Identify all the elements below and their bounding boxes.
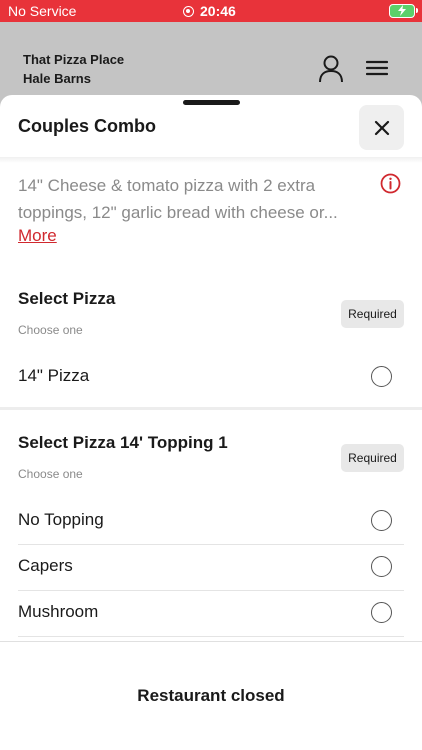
menu-icon[interactable] xyxy=(366,60,388,76)
close-button[interactable] xyxy=(359,105,404,150)
restaurant-name: That Pizza Place Hale Barns xyxy=(23,50,124,88)
required-badge: Required xyxy=(341,300,404,328)
option-label: Mushroom xyxy=(18,602,99,621)
item-title: Couples Combo xyxy=(18,116,156,136)
status-time: 20:46 xyxy=(200,3,236,19)
close-icon xyxy=(374,120,389,135)
section-subtitle-topping: Choose one xyxy=(18,467,83,481)
restaurant-name-line2: Hale Barns xyxy=(23,71,91,86)
footer-bar: Restaurant closed xyxy=(0,641,422,750)
option-label: No Topping xyxy=(18,510,104,529)
option-mushroom[interactable]: Mushroom xyxy=(0,591,422,635)
option-capers[interactable]: Capers xyxy=(0,545,422,589)
section-divider xyxy=(0,407,422,410)
status-bar: No Service 20:46 xyxy=(0,0,422,22)
sheet-grabber[interactable] xyxy=(183,100,240,105)
row-divider xyxy=(18,636,404,637)
item-description: 14" Cheese & tomato pizza with 2 extra t… xyxy=(18,176,338,222)
radio-button[interactable] xyxy=(371,556,392,577)
more-link[interactable]: More xyxy=(18,226,57,246)
section-subtitle-pizza: Choose one xyxy=(18,323,83,337)
option-no-topping[interactable]: No Topping xyxy=(0,499,422,543)
battery-charging-icon xyxy=(389,4,418,18)
recording-icon xyxy=(183,5,194,17)
required-badge: Required xyxy=(341,444,404,472)
carrier-label: No Service xyxy=(8,3,77,19)
section-title-pizza: Select Pizza xyxy=(18,289,116,308)
user-icon[interactable] xyxy=(318,55,344,83)
option-label: 14" Pizza xyxy=(18,366,90,385)
radio-button[interactable] xyxy=(371,366,392,387)
option-14-pizza[interactable]: 14" Pizza xyxy=(0,355,422,399)
option-label: Capers xyxy=(18,556,73,575)
radio-button[interactable] xyxy=(371,510,392,531)
status-center: 20:46 xyxy=(183,3,236,19)
restaurant-name-line1: That Pizza Place xyxy=(23,52,125,67)
title-divider xyxy=(0,157,422,163)
radio-button[interactable] xyxy=(371,602,392,623)
section-title-topping: Select Pizza 14' Topping 1 xyxy=(18,433,228,452)
restaurant-closed-label: Restaurant closed xyxy=(137,686,285,705)
info-icon[interactable] xyxy=(380,173,401,194)
